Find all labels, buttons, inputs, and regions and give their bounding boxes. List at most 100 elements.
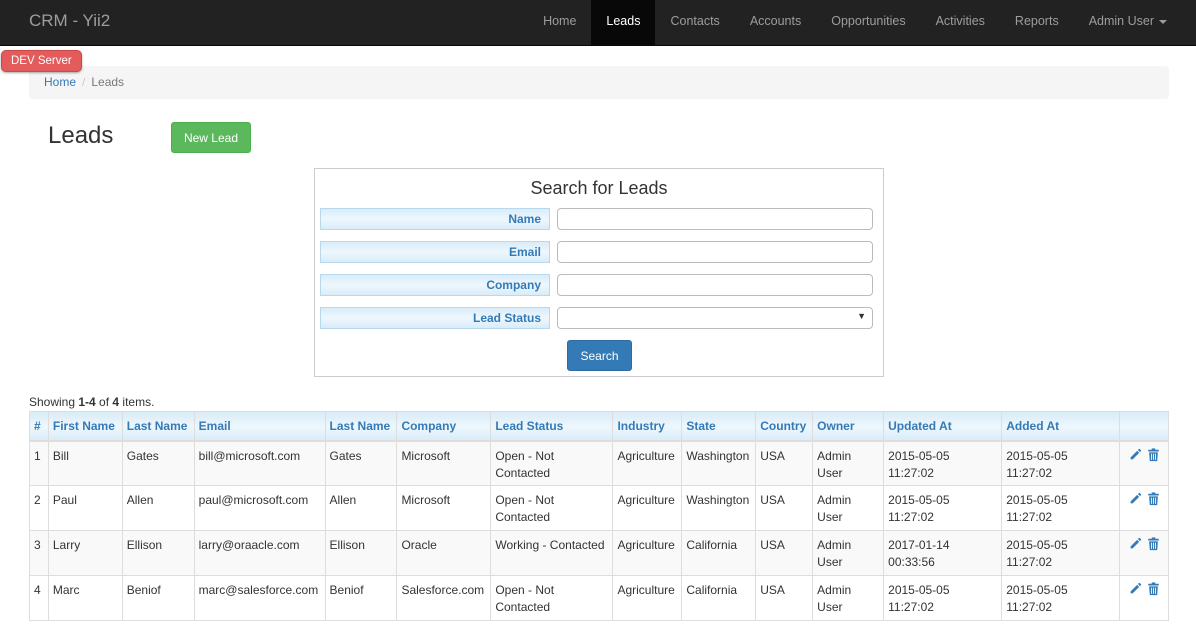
updated-at-cell: 2015-05-05 11:27:02 xyxy=(883,440,1003,486)
select-arrow-icon: ▼ xyxy=(857,311,866,321)
added-at-cell: 2015-05-05 11:27:02 xyxy=(1001,575,1120,621)
search-panel: Search for Leads Name Email Company Lead… xyxy=(314,168,884,377)
pencil-icon[interactable] xyxy=(1128,582,1142,596)
brand-title[interactable]: CRM - Yii2 xyxy=(29,11,110,31)
last-name-cell: Gates xyxy=(121,440,195,486)
added-at-cell: 2015-05-05 11:27:02 xyxy=(1001,530,1120,576)
table-row: 1 Bill Gates bill@microsoft.com Gates Microso… xyxy=(29,440,1170,486)
industry-cell: Agriculture xyxy=(612,440,683,486)
last-name-2-cell: Beniof xyxy=(324,575,398,621)
trash-icon[interactable] xyxy=(1146,492,1160,506)
country-cell: USA xyxy=(755,575,814,621)
column-header-updated-at[interactable]: Updated At xyxy=(883,411,1003,442)
nav-item-accounts[interactable]: Accounts xyxy=(735,0,816,46)
trash-icon[interactable] xyxy=(1146,582,1160,596)
nav-item-home[interactable]: Home xyxy=(528,0,591,46)
main-nav: Home Leads Contacts Accounts Opportuniti… xyxy=(528,0,1182,46)
lead-status-field-label: Lead Status xyxy=(320,307,550,329)
last-name-2-cell: Allen xyxy=(324,485,398,531)
summary-range: 1-4 xyxy=(78,395,96,409)
breadcrumb-home-link[interactable]: Home xyxy=(44,75,76,89)
email-search-input[interactable] xyxy=(557,241,873,263)
table-row: 2 Paul Allen paul@microsoft.com Allen Microso… xyxy=(29,485,1170,531)
breadcrumb: Home / Leads xyxy=(29,66,1169,99)
grid-summary: Showing 1-4 of 4 items. xyxy=(29,395,154,409)
trash-icon[interactable] xyxy=(1146,447,1160,462)
user-menu-label: Admin User xyxy=(1088,14,1154,28)
email-cell: marc@salesforce.com xyxy=(193,575,326,621)
nav-item-opportunities[interactable]: Opportunities xyxy=(816,0,920,46)
dev-server-badge: DEV Server xyxy=(1,50,82,72)
search-row-name: Name xyxy=(320,208,873,231)
lead-status-select[interactable]: ▼ xyxy=(557,307,873,329)
state-cell: Washington xyxy=(681,485,757,531)
first-name-cell: Paul xyxy=(47,485,123,531)
first-name-cell: Larry xyxy=(47,530,123,576)
email-cell: larry@oraacle.com xyxy=(193,530,326,576)
last-name-2-cell: Gates xyxy=(324,440,398,486)
email-cell: paul@microsoft.com xyxy=(193,485,326,531)
last-name-2-cell: Ellison xyxy=(324,530,398,576)
column-header-email[interactable]: Email xyxy=(193,411,326,442)
page-title: Leads xyxy=(48,122,114,149)
industry-cell: Agriculture xyxy=(612,575,683,621)
state-cell: California xyxy=(681,530,757,576)
caret-down-icon xyxy=(1159,19,1167,24)
user-menu-dropdown[interactable]: Admin User xyxy=(1074,0,1182,46)
breadcrumb-separator: / xyxy=(82,75,86,89)
first-name-cell: Bill xyxy=(47,440,123,486)
pencil-icon[interactable] xyxy=(1128,448,1142,462)
table-body: 1 Bill Gates bill@microsoft.com Gates Microso… xyxy=(29,440,1170,621)
nav-item-leads[interactable]: Leads xyxy=(591,0,656,46)
column-header-state[interactable]: State xyxy=(681,411,757,442)
lead-status-cell: Working - Contacted xyxy=(490,530,614,576)
last-name-cell: Ellison xyxy=(121,530,195,576)
top-navbar: CRM - Yii2 Home Leads Contacts Accounts … xyxy=(0,0,1196,46)
lead-status-cell: Open - Not Contacted xyxy=(490,440,614,486)
lead-status-cell: Open - Not Contacted xyxy=(490,575,614,621)
new-lead-button[interactable]: New Lead xyxy=(171,122,251,153)
row-actions xyxy=(1118,440,1170,486)
breadcrumb-current: Leads xyxy=(91,75,125,89)
state-cell: Washington xyxy=(681,440,757,486)
company-search-input[interactable] xyxy=(557,274,873,296)
column-header-added-at[interactable]: Added At xyxy=(1001,411,1120,442)
owner-cell: Admin User xyxy=(812,485,885,531)
added-at-cell: 2015-05-05 11:27:02 xyxy=(1001,485,1120,531)
industry-cell: Agriculture xyxy=(612,485,683,531)
search-row-company: Company xyxy=(320,274,873,297)
company-cell: Microsoft xyxy=(396,440,492,486)
nav-item-activities[interactable]: Activities xyxy=(921,0,1000,46)
pencil-icon[interactable] xyxy=(1128,537,1142,551)
column-header-first-name[interactable]: First Name xyxy=(47,411,123,442)
nav-item-contacts[interactable]: Contacts xyxy=(655,0,734,46)
company-field-label: Company xyxy=(320,274,550,296)
company-cell: Oracle xyxy=(396,530,492,576)
column-header-country[interactable]: Country xyxy=(755,411,814,442)
name-field-label: Name xyxy=(320,208,550,230)
summary-suffix: items. xyxy=(119,395,155,409)
search-button[interactable]: Search xyxy=(567,340,632,371)
table-header-row: # First Name Last Name Email Last Name C… xyxy=(29,411,1170,442)
nav-item-reports[interactable]: Reports xyxy=(1000,0,1074,46)
country-cell: USA xyxy=(755,530,814,576)
row-number: 4 xyxy=(29,575,49,621)
row-actions xyxy=(1118,485,1170,531)
column-header-number: # xyxy=(29,411,49,442)
email-cell: bill@microsoft.com xyxy=(193,440,326,486)
owner-cell: Admin User xyxy=(812,530,885,576)
added-at-cell: 2015-05-05 11:27:02 xyxy=(1001,440,1120,486)
column-header-last-name[interactable]: Last Name xyxy=(121,411,195,442)
pencil-icon[interactable] xyxy=(1128,492,1142,506)
last-name-cell: Allen xyxy=(121,485,195,531)
column-header-company[interactable]: Company xyxy=(396,411,492,442)
column-header-owner[interactable]: Owner xyxy=(812,411,885,442)
name-search-input[interactable] xyxy=(557,208,873,230)
row-actions xyxy=(1118,575,1170,621)
column-header-last-name-2[interactable]: Last Name xyxy=(324,411,398,442)
trash-icon[interactable] xyxy=(1146,537,1160,551)
column-header-lead-status[interactable]: Lead Status xyxy=(490,411,614,442)
column-header-industry[interactable]: Industry xyxy=(612,411,683,442)
summary-of: of xyxy=(95,395,113,409)
industry-cell: Agriculture xyxy=(612,530,683,576)
